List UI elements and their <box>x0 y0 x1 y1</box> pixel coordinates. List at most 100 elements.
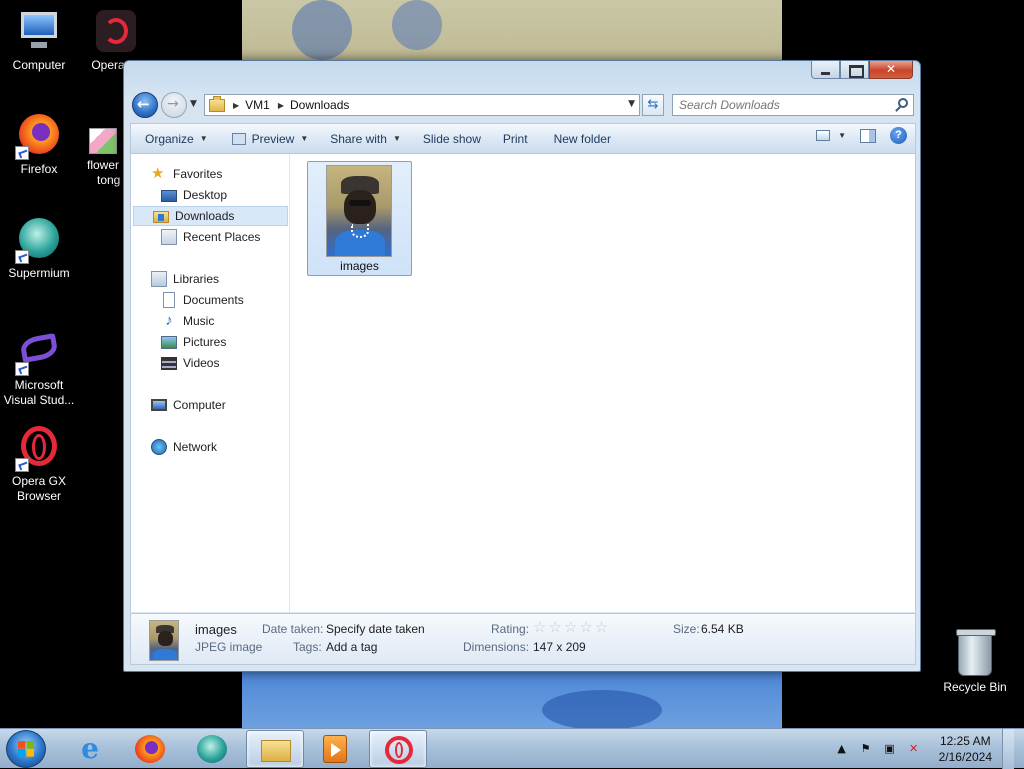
slide-show-button[interactable]: Slide show <box>414 127 490 151</box>
rating-star-icon[interactable]: ☆ <box>595 618 608 636</box>
supermium-icon <box>15 216 63 264</box>
nav-label: Videos <box>183 356 220 370</box>
breadcrumb-downloads[interactable]: Downloads <box>290 98 349 112</box>
desktop-icon-label: Opera GX <box>11 474 67 488</box>
help-icon[interactable]: ? <box>890 127 907 144</box>
dimensions-value: 147 x 209 <box>533 640 586 654</box>
start-button[interactable] <box>6 730 46 768</box>
organize-label: Organize <box>145 131 194 146</box>
nav-label: Music <box>183 314 215 328</box>
supermium-icon <box>197 735 227 763</box>
rating-star-icon[interactable]: ☆ <box>564 618 577 636</box>
desktop-icon-firefox[interactable]: Firefox <box>1 112 77 177</box>
nav-network[interactable]: Network <box>151 437 217 457</box>
music-note-icon: ♪ <box>165 312 173 329</box>
nav-pictures[interactable]: Pictures <box>161 332 226 352</box>
desktop-icon-supermium[interactable]: Supermium <box>1 216 77 281</box>
network-status-icon[interactable]: ▣ <box>883 742 897 756</box>
search-icon[interactable] <box>898 98 908 108</box>
minimize-button[interactable] <box>811 61 840 79</box>
pictures-icon <box>161 335 177 349</box>
share-with-button[interactable]: Share with ▼ <box>321 127 410 151</box>
clock-date: 2/16/2024 <box>938 750 992 764</box>
back-button[interactable] <box>132 92 158 118</box>
taskbar: e ▲ ⚑ ▣ ✕ 12:25 AM 2/16/2024 <box>0 728 1024 769</box>
close-button[interactable]: ✕ <box>869 61 913 79</box>
action-center-flag-icon[interactable]: ⚑ <box>859 742 873 756</box>
tags-value[interactable]: Add a tag <box>326 640 377 654</box>
view-controls: ▼ ? <box>816 127 907 144</box>
nav-videos[interactable]: Videos <box>161 353 219 373</box>
nav-favorites[interactable]: ★ Favorites <box>151 164 222 184</box>
nav-libraries[interactable]: Libraries <box>151 269 219 289</box>
address-bar[interactable]: ▶ VM1 ▶ Downloads ▼ <box>204 94 640 116</box>
media-player-icon <box>323 735 347 763</box>
star-icon: ★ <box>151 165 165 182</box>
nav-recent-places[interactable]: Recent Places <box>161 227 260 247</box>
date-taken-value[interactable]: Specify date taken <box>326 622 425 636</box>
taskbar-firefox[interactable] <box>121 730 179 768</box>
preview-icon <box>231 132 246 145</box>
file-name: images <box>340 259 379 273</box>
slide-show-label: Slide show <box>422 131 481 146</box>
preview-pane-icon[interactable] <box>860 128 876 143</box>
desktop-icon-label: Supermium <box>8 266 70 280</box>
nav-desktop[interactable]: Desktop <box>161 185 227 205</box>
documents-icon <box>163 292 175 308</box>
nav-label: Documents <box>183 293 244 307</box>
file-item-images[interactable]: images <box>307 161 412 276</box>
taskbar-supermium[interactable] <box>183 730 241 768</box>
chevron-down-icon: ▼ <box>199 133 208 143</box>
nav-label: Libraries <box>173 272 220 286</box>
search-input[interactable] <box>679 96 889 114</box>
breadcrumb-vm1[interactable]: VM1 <box>245 98 270 112</box>
recent-places-icon <box>161 229 177 245</box>
organize-button[interactable]: Organize ▼ <box>131 127 217 151</box>
file-list: images <box>291 154 915 612</box>
rating-star-icon[interactable]: ☆ <box>533 618 546 636</box>
refresh-button[interactable]: ⇆ <box>642 94 664 116</box>
forward-button[interactable] <box>161 92 187 118</box>
desktop-icon-visual-studio[interactable]: Microsoft Visual Stud... <box>1 328 77 408</box>
new-folder-button[interactable]: New folder <box>545 127 620 151</box>
desktop-icon-computer[interactable]: Computer <box>1 8 77 73</box>
change-view-button[interactable]: ▼ <box>816 130 846 141</box>
desktop-icon-recycle-bin[interactable]: Recycle Bin <box>940 628 1010 694</box>
recent-pages-dropdown[interactable]: ▼ <box>190 99 200 109</box>
show-hidden-icons-icon[interactable]: ▲ <box>835 742 849 756</box>
taskbar-internet-explorer[interactable]: e <box>61 730 119 768</box>
nav-label: Downloads <box>175 209 235 223</box>
taskbar-media-player[interactable] <box>306 730 364 768</box>
show-desktop-button[interactable] <box>1002 729 1014 769</box>
taskbar-opera-gx[interactable] <box>369 730 427 768</box>
clock[interactable]: 12:25 AM 2/16/2024 <box>939 733 992 765</box>
desktop: Computer Opera_G Firefox flower tong Sup… <box>0 0 1024 728</box>
breadcrumb-arrow-icon[interactable]: ▶ <box>233 101 239 110</box>
downloads-folder-icon <box>153 211 169 223</box>
maximize-button[interactable] <box>840 61 869 79</box>
nav-downloads[interactable]: Downloads <box>133 206 288 226</box>
desktop-icon-opera-gx-browser[interactable]: Opera GX Browser <box>1 424 77 504</box>
share-with-label: Share with <box>330 131 387 146</box>
details-thumbnail <box>149 620 179 661</box>
rating-star-icon[interactable]: ☆ <box>548 618 561 636</box>
nav-label: Network <box>173 440 218 454</box>
size-label: Size: <box>673 622 700 636</box>
nav-computer[interactable]: Computer <box>151 395 226 415</box>
network-icon <box>151 439 167 455</box>
explorer-window[interactable]: ✕ ▼ ▶ VM1 ▶ Downloads ▼ ⇆ Organize ▼ <box>123 60 921 672</box>
address-dropdown-icon[interactable]: ▼ <box>628 99 635 109</box>
rating-stars[interactable]: ☆ ☆ ☆ ☆ ☆ <box>533 618 610 636</box>
volume-muted-icon[interactable]: ✕ <box>907 742 921 756</box>
nav-documents[interactable]: Documents <box>161 290 244 310</box>
search-box[interactable] <box>672 94 914 116</box>
preview-button[interactable]: Preview ▼ <box>223 127 318 151</box>
explorer-client-area: ★ Favorites Desktop Downloads Recent Pla… <box>130 154 916 612</box>
print-button[interactable]: Print <box>494 127 537 151</box>
nav-music[interactable]: ♪ Music <box>161 311 214 331</box>
rating-star-icon[interactable]: ☆ <box>579 618 592 636</box>
nav-label: Favorites <box>173 167 223 181</box>
taskbar-file-explorer[interactable] <box>246 730 304 768</box>
breadcrumb-arrow-icon[interactable]: ▶ <box>278 101 284 110</box>
opera-gx-icon <box>15 424 63 472</box>
